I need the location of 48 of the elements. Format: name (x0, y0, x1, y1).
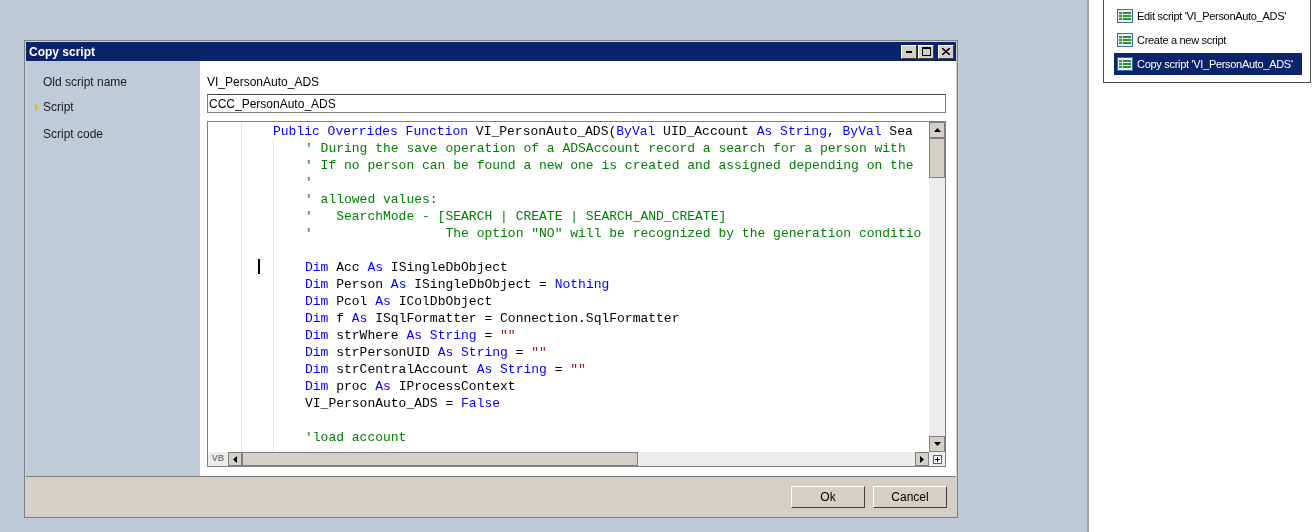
close-icon (942, 48, 950, 55)
code-line: Dim Person As ISingleDbObject = Nothing (305, 277, 610, 292)
menu-item[interactable]: Edit script 'VI_PersonAuto_ADS' (1114, 5, 1302, 27)
maximize-button[interactable] (918, 44, 934, 59)
list-icon (1117, 33, 1133, 47)
horizontal-scrollbar[interactable] (228, 452, 929, 466)
code-line: Dim Pcol As IColDbObject (305, 294, 493, 309)
old-name-value: VI_PersonAuto_ADS (207, 74, 320, 91)
right-arrow-icon (920, 455, 924, 463)
maximize-icon (921, 47, 931, 56)
code-line: Dim f As ISqlFormatter = Connection.SqlFormatter (305, 311, 680, 326)
menu-item[interactable]: Create a new script (1114, 29, 1302, 51)
script-name-field[interactable]: CCC_PersonAuto_ADS (207, 94, 946, 113)
vertical-scrollbar[interactable] (929, 122, 945, 452)
window-title: Copy script (29, 43, 95, 61)
menu-item[interactable]: Copy script 'VI_PersonAuto_ADS' (1114, 53, 1302, 75)
left-arrow-icon (233, 455, 237, 463)
list-icon (1117, 9, 1133, 23)
field-label: Old script name (43, 74, 128, 91)
code-line: ' The option "NO" will be recognized by the generation conditio (305, 226, 922, 241)
minimize-button[interactable] (901, 44, 917, 59)
code-line: Dim strCentralAccount As String = "" (305, 362, 586, 377)
code-line: Public Overrides Function VI_PersonAuto_ADS(ByVal UID_Account As String, ByVal Sea (273, 124, 913, 139)
code-line: VI_PersonAuto_ADS = False (305, 396, 501, 411)
code-line: 'load account (305, 430, 407, 445)
close-button[interactable] (938, 44, 954, 59)
code-line: Dim Acc As ISingleDbObject (305, 260, 508, 275)
code-line: Dim strWhere As String = "" (305, 328, 516, 343)
minimize-icon (906, 50, 912, 53)
dialog-button[interactable]: Cancel (873, 485, 947, 508)
scroll-thumb[interactable] (929, 138, 945, 178)
expand-icon[interactable] (932, 454, 942, 464)
text-cursor (258, 259, 260, 274)
code-line: ' (305, 175, 313, 190)
code-line: Dim strPersonUID As String = "" (305, 345, 547, 360)
field-label: Script (43, 99, 74, 116)
code-line: ' allowed values: (305, 192, 438, 207)
language-label: VB (210, 452, 226, 466)
code-line: ' During the save operation of a ADSAccount record a search for a person with (305, 141, 906, 156)
code-line: Dim proc As IProcessContext (305, 379, 516, 394)
dialog-button[interactable]: Ok (791, 485, 865, 508)
up-arrow-icon (933, 128, 941, 132)
code-editor[interactable] (207, 121, 946, 467)
field-label: Script code (43, 126, 104, 143)
code-line: ' SearchMode - [SEARCH | CREATE | SEARCH_AND_CREATE] (305, 209, 727, 224)
code-line: ' If no person can be found a new one is created and assigned depending on the (305, 158, 914, 173)
down-arrow-icon (933, 442, 941, 446)
list-icon (1117, 57, 1133, 71)
